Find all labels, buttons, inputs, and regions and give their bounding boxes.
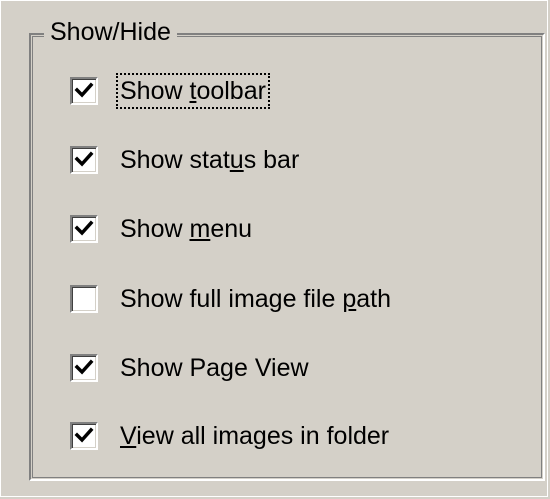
show-full-image-file-path-label[interactable]: Show full image file path — [118, 283, 393, 315]
checkmark-icon — [74, 151, 94, 167]
show-menu-checkbox[interactable] — [70, 215, 98, 243]
show-menu-label[interactable]: Show menu — [118, 213, 254, 245]
view-all-images-in-folder-option[interactable]: View all images in folder — [70, 418, 391, 454]
show-menu-option[interactable]: Show menu — [70, 211, 254, 247]
checkmark-icon — [74, 359, 94, 375]
checkmark-icon — [74, 220, 94, 236]
show-toolbar-label[interactable]: Show toolbar — [116, 73, 270, 109]
show-toolbar-checkbox[interactable] — [70, 77, 98, 105]
groupbox-title: Show/Hide — [44, 16, 177, 48]
view-all-images-in-folder-label[interactable]: View all images in folder — [118, 420, 391, 452]
show-status-bar-option[interactable]: Show status bar — [70, 142, 301, 178]
show-toolbar-option[interactable]: Show toolbar — [70, 73, 270, 109]
show-full-image-file-path-option[interactable]: Show full image file path — [70, 281, 393, 317]
view-all-images-in-folder-checkbox[interactable] — [70, 422, 98, 450]
show-page-view-option[interactable]: Show Page View — [70, 350, 311, 386]
checkmark-icon — [74, 82, 94, 98]
checkmark-icon — [74, 427, 94, 443]
show-page-view-checkbox[interactable] — [70, 354, 98, 382]
show-full-image-file-path-checkbox[interactable] — [70, 285, 98, 313]
show-page-view-label[interactable]: Show Page View — [118, 352, 311, 384]
show-status-bar-label[interactable]: Show status bar — [118, 144, 301, 176]
show-status-bar-checkbox[interactable] — [70, 146, 98, 174]
